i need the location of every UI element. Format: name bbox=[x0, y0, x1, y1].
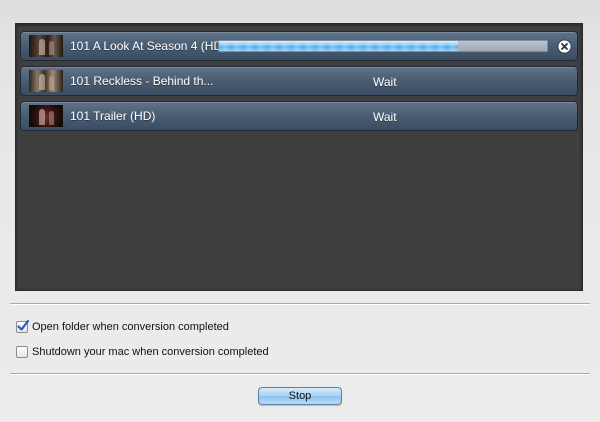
queue-item-title: 101 A Look At Season 4 (HD) bbox=[70, 39, 227, 53]
shutdown-label[interactable]: Shutdown your mac when conversion comple… bbox=[32, 346, 269, 358]
conversion-progress-bar bbox=[218, 40, 548, 52]
progress-fill bbox=[219, 41, 459, 51]
conversion-dialog: 101 A Look At Season 4 (HD) 101 Reckless… bbox=[0, 0, 600, 422]
divider bbox=[10, 373, 590, 375]
queue-item-waiting[interactable]: 101 Trailer (HD) Wait bbox=[20, 101, 578, 131]
queue-item-converting[interactable]: 101 A Look At Season 4 (HD) bbox=[20, 31, 578, 61]
video-thumbnail bbox=[29, 105, 63, 127]
close-circle-icon[interactable] bbox=[557, 39, 572, 54]
open-folder-checkbox[interactable] bbox=[16, 319, 30, 333]
queue-item-title: 101 Trailer (HD) bbox=[70, 109, 156, 123]
queue-item-status: Wait bbox=[373, 110, 397, 124]
video-thumbnail bbox=[29, 35, 63, 57]
shutdown-checkbox[interactable] bbox=[16, 346, 28, 358]
queue-item-title: 101 Reckless - Behind th... bbox=[70, 74, 214, 88]
queue-item-waiting[interactable]: 101 Reckless - Behind th... Wait bbox=[20, 66, 578, 96]
stop-button[interactable]: Stop bbox=[258, 387, 342, 405]
divider bbox=[10, 303, 590, 305]
check-mark-icon bbox=[17, 319, 30, 331]
conversion-queue: 101 A Look At Season 4 (HD) 101 Reckless… bbox=[15, 23, 583, 291]
queue-item-status: Wait bbox=[373, 75, 397, 89]
video-thumbnail bbox=[29, 70, 63, 92]
open-folder-label[interactable]: Open folder when conversion completed bbox=[32, 321, 229, 333]
